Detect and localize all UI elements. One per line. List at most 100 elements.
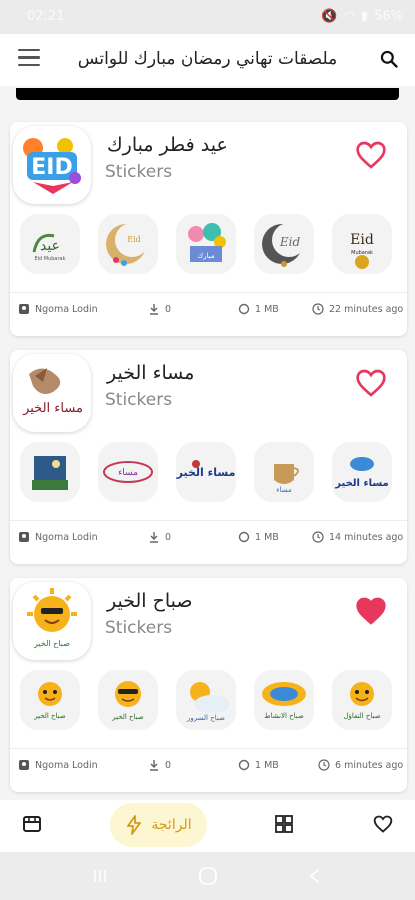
favorites-heart-icon[interactable] [373,814,393,834]
bottom-nav: الرائجة [0,800,415,852]
sticker-previews: مساء مساء الخير مساء مساء الخير [20,442,400,504]
pack-title: صباح الخير [107,590,193,612]
clock-icon [312,303,324,315]
svg-text:مبارك: مبارك [197,252,214,260]
updated: 6 minutes ago [318,759,403,771]
pack-icon-morning: صباح الخير [13,582,91,660]
app-bar: ملصقات تهاني رمضان مبارك للواتس [0,34,415,86]
pack-footer: Ngoma Lodin 0 1 MB 6 minutes ago [10,748,407,778]
size: 1 MB [238,759,279,771]
downloads: 0 [148,531,171,543]
time-ago: 22 minutes ago [329,303,404,315]
sticker-thumb[interactable]: صباح الخير [20,670,80,730]
author-name: Ngoma Lodin [35,303,98,315]
size-icon [238,303,250,315]
download-count: 0 [165,759,172,771]
svg-text:مساء: مساء [276,486,292,494]
sticker-thumb[interactable]: صباح الخير [98,670,158,730]
trending-tab[interactable]: الرائجة [110,803,207,847]
status-time: 02:21 [27,9,65,24]
size-icon [238,531,250,543]
svg-text:صباح الانشاط: صباح الانشاط [264,712,304,720]
downloads: 0 [148,759,171,771]
svg-text:مساء الخير: مساء الخير [22,401,83,416]
svg-text:عيد: عيد [40,238,60,254]
download-icon [150,532,158,543]
pack-footer: Ngoma Lodin 0 1 MB 22 minutes ago [10,292,407,322]
sticker-thumb[interactable]: مساء الخير [332,442,392,502]
battery-level: 56% [374,9,403,24]
svg-text:صباح الخير: صباح الخير [33,639,70,648]
svg-text:مساء: مساء [118,468,138,478]
sticker-thumb[interactable]: Eid [254,214,314,274]
sticker-thumb[interactable]: مساء [98,442,158,502]
pack-size: 1 MB [255,531,279,543]
downloads: 0 [148,303,171,315]
menu-icon[interactable] [18,49,40,69]
sticker-thumb[interactable]: Eid [98,214,158,274]
sticker-pack-card[interactable]: مساء الخير مساء الخير Stickers مساء مساء… [10,350,407,564]
svg-text:صباح الخير: صباح الخير [33,712,66,720]
sticker-thumb[interactable]: مبارك [176,214,236,274]
time-ago: 14 minutes ago [329,531,404,543]
banner-strip [16,88,399,100]
author: Ngoma Lodin [18,303,98,315]
author-name: Ngoma Lodin [35,759,98,771]
author-icon [19,532,29,542]
download-count: 0 [165,531,172,543]
status-icons: 🔇 ◠ ▮ 56% [321,9,403,24]
sticker-thumb[interactable]: صباح التفاؤل [332,670,392,730]
sticker-thumb[interactable]: عيد Eid Mubarak [20,214,80,274]
pack-subtitle: Stickers [105,618,173,638]
size: 1 MB [238,531,279,543]
signal-icon: ▮ [360,9,369,24]
store-icon[interactable] [22,814,42,834]
author: Ngoma Lodin [18,531,98,543]
home-icon[interactable] [198,866,218,886]
svg-text:Eid: Eid [350,232,374,248]
clock-icon [318,759,330,771]
heart-icon[interactable] [355,140,387,170]
author-icon [19,760,29,770]
sticker-thumb[interactable]: صباح السرور [176,670,236,730]
pack-title: مساء الخير [107,362,195,384]
grid-icon[interactable] [274,814,294,834]
sticker-thumb[interactable]: صباح الانشاط [254,670,314,730]
svg-text:Eid Mubarak: Eid Mubarak [34,256,65,262]
author: Ngoma Lodin [18,759,98,771]
pack-icon-evening: مساء الخير [13,354,91,432]
download-icon [150,304,158,315]
pack-size: 1 MB [255,303,279,315]
wifi-icon: ◠ [343,9,355,24]
pack-footer: Ngoma Lodin 0 1 MB 14 minutes ago [10,520,407,550]
app-title: ملصقات تهاني رمضان مبارك للواتس [77,49,338,69]
svg-text:صباح السرور: صباح السرور [186,714,225,722]
clock-icon [312,531,324,543]
heart-icon[interactable] [355,596,387,626]
heart-icon[interactable] [355,368,387,398]
back-icon[interactable] [308,868,322,884]
pack-icon-eid: EID [13,126,91,204]
sticker-previews: صباح الخير صباح الخير صباح السرور صباح ا… [20,670,400,732]
recents-icon[interactable] [92,868,108,884]
updated: 14 minutes ago [312,531,403,543]
sticker-thumb[interactable]: مساء الخير [176,442,236,502]
pack-title: عيد فطر مبارك [107,134,228,156]
sticker-pack-card[interactable]: صباح الخير صباح الخير Stickers صباح الخي… [10,578,407,792]
search-icon[interactable] [379,49,399,69]
svg-text:مساء الخير: مساء الخير [334,478,388,489]
author-name: Ngoma Lodin [35,531,98,543]
system-nav-bar [0,852,415,900]
sticker-previews: عيد Eid Mubarak Eid مبارك Eid Eid Mubarak [20,214,400,276]
sticker-pack-card[interactable]: EID عيد فطر مبارك Stickers عيد Eid Mubara… [10,122,407,336]
bolt-icon [127,815,142,835]
sticker-thumb[interactable]: Eid Mubarak [332,214,392,274]
time-ago: 6 minutes ago [335,759,404,771]
sticker-thumb[interactable] [20,442,80,502]
trending-label: الرائجة [151,817,192,833]
svg-text:صباح الخير: صباح الخير [111,713,144,721]
sticker-thumb[interactable]: مساء [254,442,314,502]
download-count: 0 [165,303,172,315]
svg-text:EID: EID [31,155,72,180]
status-bar: 02:21 🔇 ◠ ▮ 56% [0,0,415,34]
